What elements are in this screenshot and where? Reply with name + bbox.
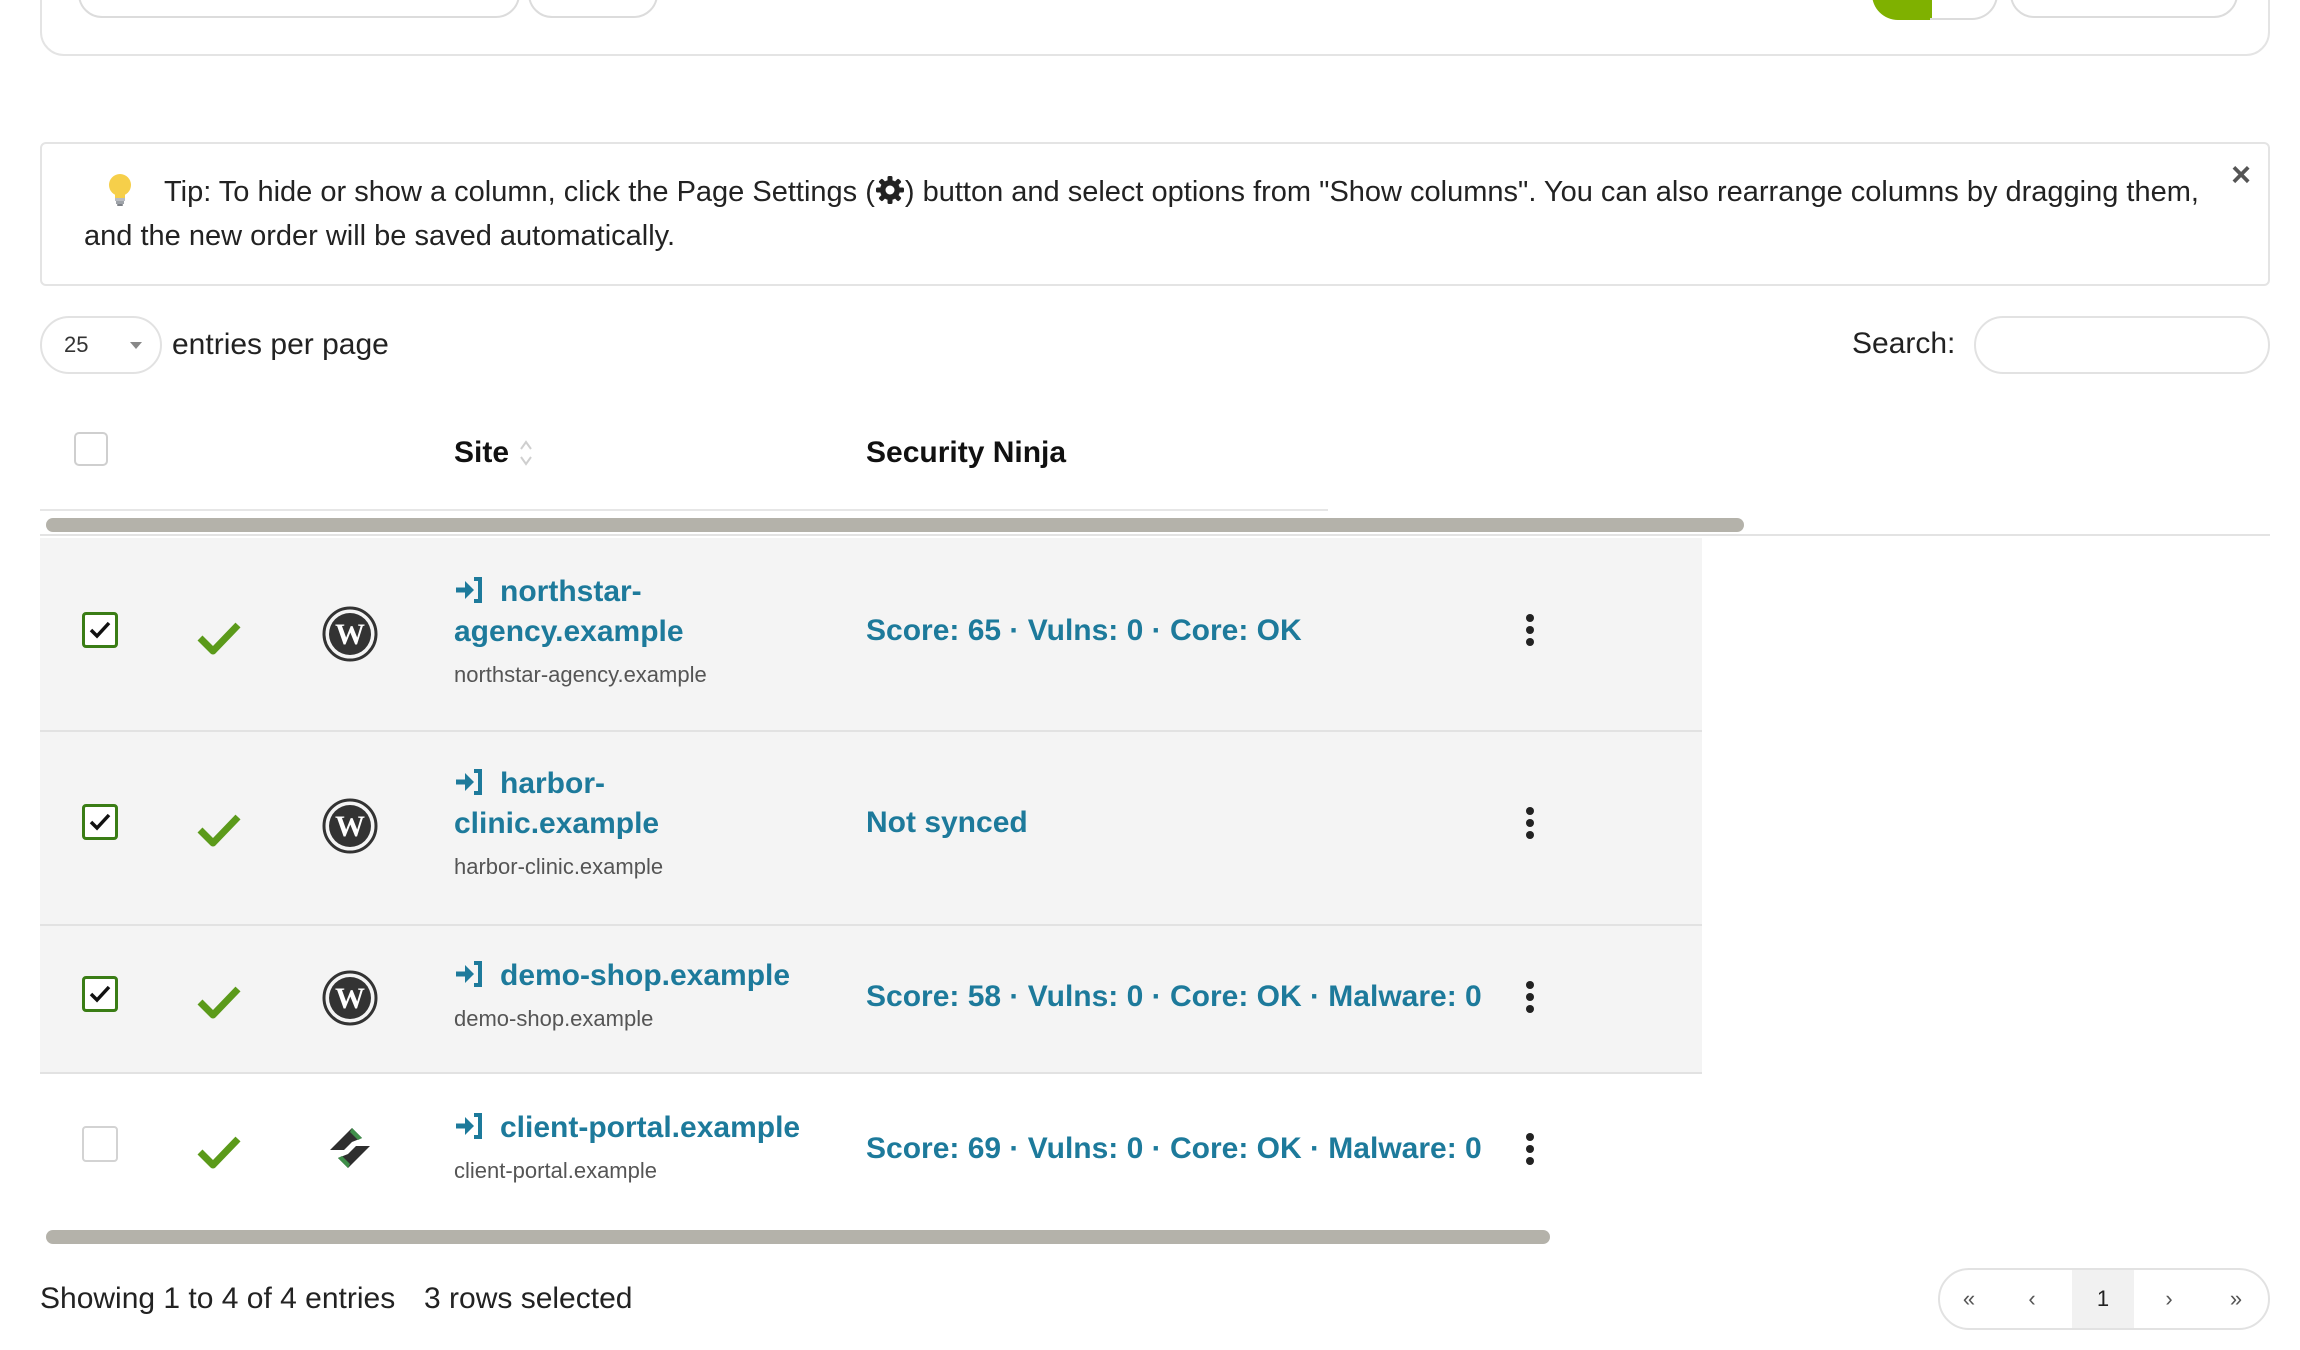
site-name-line2: clinic.example	[454, 807, 660, 840]
first-page-button[interactable]: «	[1940, 1270, 1998, 1328]
row-checkbox[interactable]	[82, 612, 118, 648]
table-info: Showing 1 to 4 of 4 entries	[40, 1282, 396, 1315]
apply-button[interactable]	[528, 0, 658, 18]
page-settings-button[interactable]	[2010, 0, 2238, 18]
more-options-icon[interactable]	[1520, 805, 1540, 841]
sort-icon[interactable]	[518, 436, 534, 470]
filter-select[interactable]	[78, 0, 520, 18]
login-icon	[456, 577, 482, 603]
security-ninja-status[interactable]: Score: 65 · Vulns: 0 · Core: OK	[866, 614, 1302, 648]
status-ok-icon	[197, 814, 241, 847]
entries-per-page-value: 25	[64, 332, 89, 357]
header-divider-bottom	[40, 534, 2270, 536]
entries-per-page-label: entries per page	[172, 328, 389, 361]
site-name-link[interactable]: northstar-agency.example	[454, 572, 684, 652]
lightbulb-icon	[109, 174, 131, 206]
site-name-line1: harbor-	[500, 767, 605, 800]
checkmark-icon	[89, 985, 111, 1003]
login-icon	[456, 961, 482, 987]
site-name-link[interactable]: demo-shop.example	[454, 956, 790, 996]
checkmark-icon	[89, 813, 111, 831]
status-ok-icon	[197, 622, 241, 655]
horizontal-scrollbar-top[interactable]	[46, 518, 1744, 532]
wordpress-logo-icon: W	[322, 798, 378, 854]
site-name-link[interactable]: harbor-clinic.example	[454, 764, 659, 844]
site-url: demo-shop.example	[454, 1006, 654, 1031]
site-name-line1: northstar-	[500, 575, 642, 608]
close-icon[interactable]: ×	[2226, 158, 2256, 192]
security-ninja-status[interactable]: Score: 69 · Vulns: 0 · Core: OK · Malwar…	[866, 1132, 1482, 1166]
site-name: demo-shop.example	[500, 959, 791, 992]
tip-text-start: Tip: To hide or show a column, click the…	[164, 176, 875, 208]
login-icon	[456, 1113, 482, 1139]
last-page-button[interactable]: »	[2204, 1270, 2268, 1328]
cms-logo-icon	[330, 1128, 370, 1168]
column-header-security-ninja[interactable]: Security Ninja	[866, 436, 1066, 470]
site-name-line2: agency.example	[454, 615, 684, 648]
row-checkbox[interactable]	[82, 804, 118, 840]
search-label: Search:	[1852, 327, 1956, 360]
svg-text:W: W	[335, 810, 365, 843]
next-page-button[interactable]: ›	[2136, 1270, 2202, 1328]
more-options-icon[interactable]	[1520, 1131, 1540, 1167]
more-options-icon[interactable]	[1520, 612, 1540, 648]
previous-page-button[interactable]: ‹	[1998, 1270, 2066, 1328]
page-1-button[interactable]: 1	[2072, 1270, 2134, 1328]
caret-down-icon	[130, 342, 142, 349]
rows-selected-info: 3 rows selected	[424, 1282, 633, 1315]
security-ninja-status[interactable]: Not synced	[866, 806, 1028, 840]
entries-per-page-select[interactable]: 25	[40, 316, 162, 374]
row-checkbox[interactable]	[82, 976, 118, 1012]
site-url: harbor-clinic.example	[454, 854, 664, 879]
wordpress-logo-icon: W	[322, 970, 378, 1026]
column-header-site[interactable]: Site	[454, 436, 509, 470]
header-divider	[40, 509, 1328, 511]
status-ok-icon	[197, 986, 241, 1019]
search-input[interactable]	[1974, 316, 2270, 374]
site-name: client-portal.example	[500, 1111, 801, 1144]
site-url: northstar-agency.example	[454, 662, 707, 687]
svg-text:W: W	[335, 982, 365, 1015]
wordpress-logo-icon: W	[322, 606, 378, 662]
checkmark-icon	[89, 621, 111, 639]
security-ninja-status[interactable]: Score: 58 · Vulns: 0 · Core: OK · Malwar…	[866, 980, 1482, 1014]
tip-text: Tip: To hide or show a column, click the…	[84, 170, 2204, 258]
svg-text:W: W	[335, 618, 365, 651]
login-icon	[456, 769, 482, 795]
gear-icon	[875, 176, 904, 204]
more-options-icon[interactable]	[1520, 979, 1540, 1015]
site-name-link[interactable]: client-portal.example	[454, 1108, 800, 1148]
row-checkbox[interactable]	[82, 1126, 118, 1162]
site-url: client-portal.example	[454, 1158, 657, 1183]
pagination: « ‹ 1 › »	[1938, 1268, 2270, 1330]
select-all-checkbox[interactable]	[74, 432, 108, 466]
status-ok-icon	[197, 1136, 241, 1169]
horizontal-scrollbar-bottom[interactable]	[46, 1230, 1550, 1244]
